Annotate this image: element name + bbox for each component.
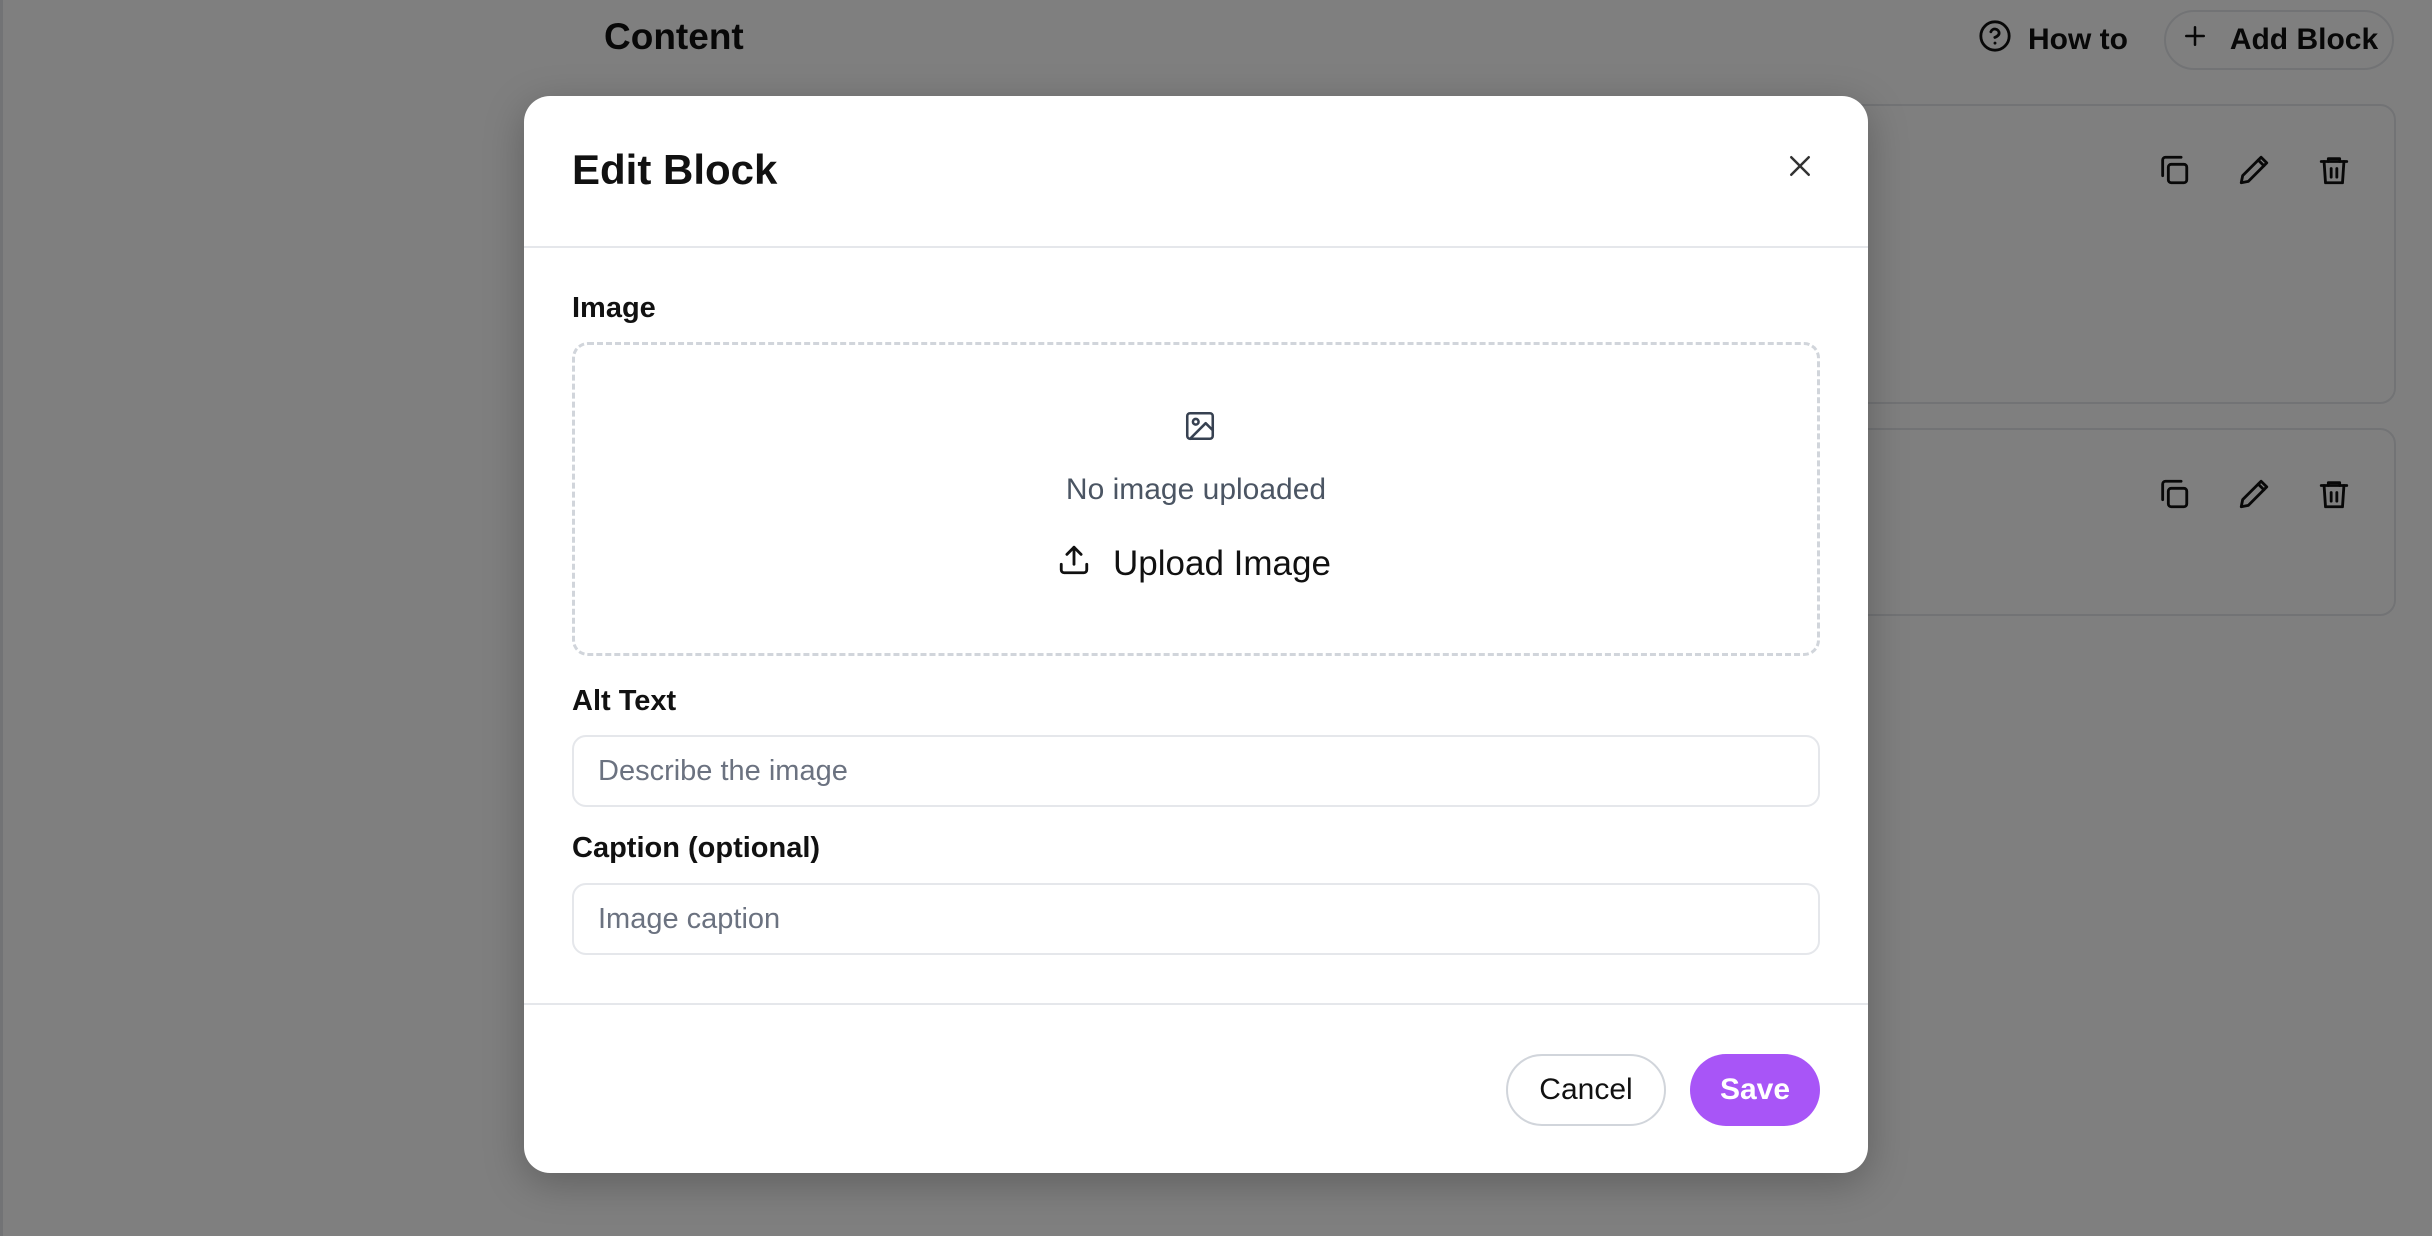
upload-image-label: Upload Image [1113, 544, 1331, 583]
image-dropzone[interactable]: No image uploaded Upload Image [572, 342, 1820, 656]
caption-input[interactable] [572, 883, 1820, 955]
page: Content How to Add Block [0, 0, 2432, 1236]
edit-block-dialog: Edit Block Image No image uploaded Uploa… [524, 96, 1868, 1173]
dialog-footer: Cancel Save [524, 1003, 1868, 1173]
dialog-header: Edit Block [524, 96, 1868, 248]
image-label: Image [572, 292, 656, 324]
caption-label: Caption (optional) [572, 832, 821, 864]
save-button[interactable]: Save [1690, 1054, 1820, 1126]
close-button[interactable] [1782, 150, 1818, 186]
cancel-button[interactable]: Cancel [1506, 1054, 1666, 1126]
upload-icon [1057, 543, 1091, 586]
upload-image-button[interactable]: Upload Image [1057, 539, 1331, 589]
dialog-title: Edit Block [572, 146, 778, 193]
alt-text-input[interactable] [572, 735, 1820, 807]
close-icon [1785, 151, 1815, 186]
no-image-text: No image uploaded [1065, 473, 1327, 506]
alt-text-label: Alt Text [572, 685, 677, 717]
image-icon [1183, 409, 1217, 443]
